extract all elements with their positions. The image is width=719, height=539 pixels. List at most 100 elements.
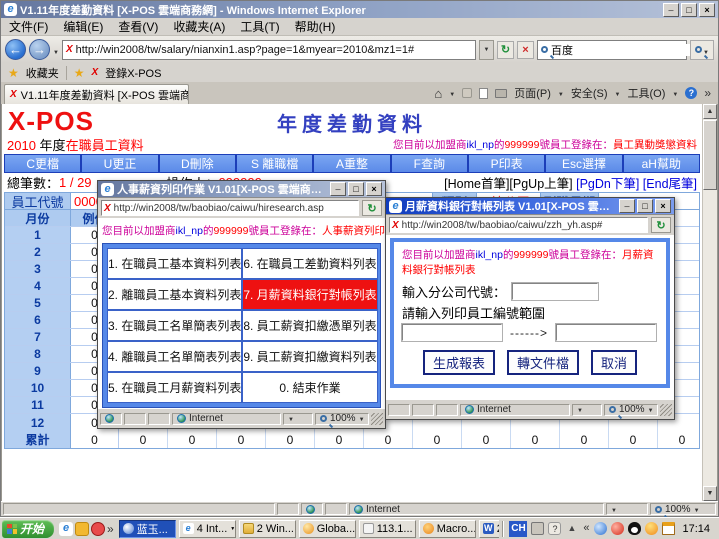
scroll-down-icon[interactable] bbox=[703, 486, 717, 501]
form-button[interactable]: 轉文件檔 bbox=[507, 350, 579, 375]
nav-keys-pgdn-end[interactable]: [PgDn下筆] [End尾筆] bbox=[576, 177, 697, 191]
range-end-input[interactable] bbox=[556, 324, 656, 341]
menu-item[interactable]: 工具(T) bbox=[240, 18, 279, 35]
favorites-link-xpos[interactable]: 登錄X-POS bbox=[105, 65, 161, 81]
protected-mode-pane[interactable] bbox=[283, 413, 313, 425]
language-indicator[interactable]: CH bbox=[509, 521, 527, 537]
safety-menu[interactable]: 安全(S) bbox=[571, 85, 608, 101]
print-menu-item[interactable]: 4. 離職員工名單簡表列表 bbox=[107, 341, 242, 372]
ie-quicklaunch-icon[interactable] bbox=[59, 522, 73, 536]
tools-menu[interactable]: 工具(O) bbox=[627, 85, 665, 101]
antivirus-tray-icon[interactable] bbox=[611, 522, 624, 535]
collapse-tray-icon[interactable] bbox=[582, 522, 590, 535]
history-dropdown-icon[interactable] bbox=[53, 41, 59, 59]
task-button[interactable]: Macro... bbox=[419, 520, 476, 538]
minimize-button[interactable] bbox=[330, 182, 346, 196]
task-button[interactable]: 4 Int... bbox=[179, 520, 236, 538]
refresh-icon[interactable] bbox=[651, 217, 671, 233]
messenger-quicklaunch-icon[interactable] bbox=[75, 522, 89, 536]
function-button[interactable]: A重整 bbox=[314, 155, 391, 172]
address-input[interactable] bbox=[76, 44, 472, 56]
protected-mode-pane[interactable] bbox=[606, 503, 648, 515]
start-button[interactable]: 开始 bbox=[2, 520, 54, 538]
function-button[interactable]: P印表 bbox=[469, 155, 546, 172]
qq-tray-icon[interactable] bbox=[628, 522, 641, 535]
search-go-button[interactable] bbox=[690, 40, 714, 60]
task-button[interactable]: 2 Win... bbox=[239, 520, 296, 538]
popup-bank-address-input[interactable] bbox=[402, 220, 645, 231]
minimize-button[interactable] bbox=[663, 3, 679, 17]
hidden-icons-icon[interactable] bbox=[565, 522, 578, 535]
home-dropdown-icon[interactable] bbox=[449, 87, 455, 99]
menu-item[interactable]: 编辑(E) bbox=[63, 18, 103, 35]
nav-keys-home-pgup[interactable]: [Home首筆][PgUp上筆] bbox=[444, 177, 573, 191]
feed-icon[interactable] bbox=[462, 88, 472, 98]
maximize-button[interactable] bbox=[681, 3, 697, 17]
print-menu-item[interactable]: 8. 員工薪資扣繳憑單列表 bbox=[242, 310, 377, 341]
print-menu-item[interactable]: 9. 員工薪資扣繳資料列表 bbox=[242, 341, 377, 372]
print-menu-item[interactable]: 3. 在職員工名單簡表列表 bbox=[107, 310, 242, 341]
task-button[interactable]: 2 Mic... bbox=[479, 520, 500, 538]
help-tray-icon[interactable] bbox=[548, 522, 561, 535]
help-icon[interactable] bbox=[685, 87, 697, 99]
more-commands-icon[interactable] bbox=[704, 86, 711, 100]
branch-code-input[interactable] bbox=[512, 283, 598, 300]
download-tray-icon[interactable] bbox=[645, 522, 658, 535]
print-menu-item[interactable]: 6. 在職員工差勤資料列表 bbox=[242, 248, 377, 279]
task-button[interactable]: 蓝玉... bbox=[119, 520, 176, 538]
form-button[interactable]: 生成報表 bbox=[423, 350, 495, 375]
function-button[interactable]: F查詢 bbox=[392, 155, 469, 172]
function-button[interactable]: U更正 bbox=[82, 155, 159, 172]
safety-menu-dropdown-icon[interactable] bbox=[615, 87, 621, 99]
zoom-pane[interactable]: 100% bbox=[604, 404, 658, 416]
function-button[interactable]: S 離職檔 bbox=[237, 155, 314, 172]
range-start-input[interactable] bbox=[402, 324, 502, 341]
read-mail-icon[interactable] bbox=[479, 88, 488, 99]
print-menu-item[interactable]: 0. 結束作業 bbox=[242, 372, 377, 403]
function-button[interactable]: Esc選擇 bbox=[546, 155, 623, 172]
search-input[interactable] bbox=[551, 44, 693, 56]
form-button[interactable]: 取消 bbox=[591, 350, 637, 375]
scroll-up-icon[interactable] bbox=[703, 104, 717, 119]
menu-item[interactable]: 查看(V) bbox=[118, 18, 158, 35]
maximize-button[interactable] bbox=[637, 199, 653, 213]
zoom-pane[interactable]: 100% bbox=[650, 503, 716, 515]
print-menu-item[interactable]: 5. 在職員工月薪資料列表 bbox=[107, 372, 242, 403]
address-dropdown-icon[interactable] bbox=[479, 40, 494, 60]
print-icon[interactable] bbox=[495, 89, 507, 98]
resize-grip[interactable] bbox=[660, 404, 672, 416]
close-button[interactable] bbox=[699, 3, 715, 17]
close-button[interactable] bbox=[655, 199, 671, 213]
refresh-icon[interactable] bbox=[362, 200, 382, 216]
maximize-button[interactable] bbox=[348, 182, 364, 196]
print-menu-item[interactable]: 7. 月薪資料銀行對帳列表 bbox=[242, 279, 377, 310]
scrollbar-thumb[interactable] bbox=[703, 120, 717, 190]
tools-menu-dropdown-icon[interactable] bbox=[672, 87, 678, 99]
minimize-button[interactable] bbox=[619, 199, 635, 213]
refresh-icon[interactable] bbox=[497, 41, 514, 59]
function-button[interactable]: C更檔 bbox=[5, 155, 82, 172]
add-favorite-icon[interactable] bbox=[74, 66, 85, 80]
page-menu[interactable]: 页面(P) bbox=[514, 85, 551, 101]
favorites-label[interactable]: 收藏夹 bbox=[26, 65, 59, 81]
menu-item[interactable]: 帮助(H) bbox=[295, 18, 336, 35]
tab-active[interactable]: X V1.11年度差勤資料 [X-POS 雲端商務網] bbox=[4, 84, 189, 104]
favorites-star-icon[interactable] bbox=[8, 66, 19, 80]
resize-grip[interactable] bbox=[371, 413, 383, 425]
function-button[interactable]: D刪除 bbox=[160, 155, 237, 172]
home-icon[interactable] bbox=[434, 86, 442, 101]
messenger-tray-icon[interactable] bbox=[594, 522, 607, 535]
calendar-tray-icon[interactable] bbox=[662, 522, 675, 535]
stop-icon[interactable] bbox=[517, 41, 534, 59]
task-button[interactable]: Globa... bbox=[299, 520, 356, 538]
zoom-pane[interactable]: 100% bbox=[315, 413, 369, 425]
task-button[interactable]: 113.1... bbox=[359, 520, 416, 538]
printer-tray-icon[interactable] bbox=[531, 522, 544, 535]
clock[interactable]: 17:14 bbox=[679, 523, 713, 535]
back-icon[interactable] bbox=[5, 39, 26, 60]
popup-print-address-input[interactable] bbox=[114, 203, 356, 214]
vertical-scrollbar[interactable] bbox=[702, 104, 717, 501]
print-menu-item[interactable]: 2. 離職員工基本資料列表 bbox=[107, 279, 242, 310]
forward-icon[interactable] bbox=[29, 39, 50, 60]
menu-item[interactable]: 收藏夹(A) bbox=[173, 18, 225, 35]
